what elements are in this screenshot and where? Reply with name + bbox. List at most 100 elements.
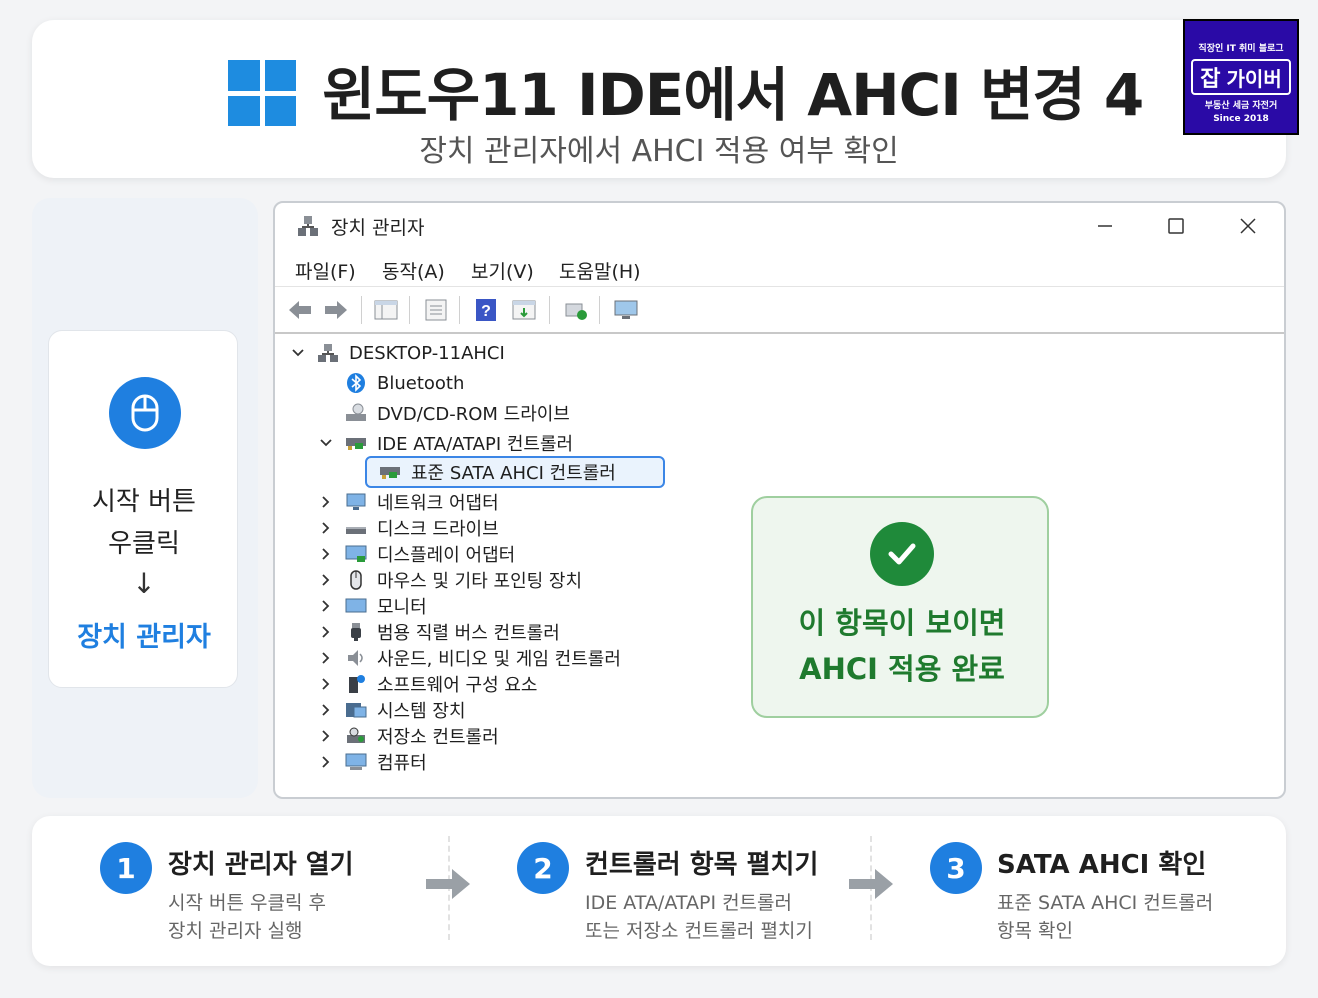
menu-action[interactable]: 동작(A) bbox=[382, 257, 445, 284]
tree-node-bluetooth[interactable]: Bluetooth bbox=[345, 370, 464, 396]
instruction-line-2: 우클릭 bbox=[108, 529, 180, 559]
chevron-right-icon[interactable] bbox=[319, 755, 333, 769]
logo-since: Since 2018 bbox=[1213, 114, 1269, 124]
page-subtitle: 장치 관리자에서 AHCI 적용 여부 확인 bbox=[419, 134, 899, 169]
step-2-desc-2: 또는 저장소 컨트롤러 펼치기 bbox=[585, 920, 813, 942]
forward-icon[interactable] bbox=[323, 298, 349, 322]
mouse-device-icon bbox=[350, 570, 362, 590]
toolbar: ? bbox=[275, 288, 1284, 334]
help-icon[interactable]: ? bbox=[473, 298, 499, 322]
tree-label-software: 소프트웨어 구성 요소 bbox=[377, 675, 538, 696]
close-button[interactable] bbox=[1233, 211, 1263, 241]
tree-label-disk: 디스크 드라이브 bbox=[377, 519, 499, 540]
disk-drive-icon bbox=[346, 527, 366, 534]
instruction-target: 장치 관리자 bbox=[77, 622, 211, 653]
tree-label-sound: 사운드, 비디오 및 게임 컨트롤러 bbox=[377, 649, 621, 670]
tree-node-root[interactable]: DESKTOP-11AHCI bbox=[317, 340, 505, 366]
tree-node-usb[interactable]: 범용 직렬 버스 컨트롤러 bbox=[345, 619, 560, 645]
back-icon[interactable] bbox=[287, 298, 313, 322]
step-1-desc-2: 장치 관리자 실행 bbox=[168, 920, 303, 942]
tree-label-sata-ahci: 표준 SATA AHCI 컨트롤러 bbox=[411, 463, 616, 484]
tree-node-system[interactable]: 시스템 장치 bbox=[345, 697, 466, 723]
header-card: 윈도우11 IDE에서 AHCI 변경 4 장치 관리자에서 AHCI 적용 여… bbox=[32, 20, 1286, 178]
chevron-down-icon[interactable] bbox=[319, 436, 333, 450]
step-3-desc-2: 항목 확인 bbox=[997, 920, 1073, 942]
tree-node-sound[interactable]: 사운드, 비디오 및 게임 컨트롤러 bbox=[345, 645, 621, 671]
bluetooth-icon bbox=[347, 373, 365, 393]
step-3-title: SATA AHCI 확인 bbox=[997, 850, 1207, 880]
tree-node-sata-ahci[interactable]: 표준 SATA AHCI 컨트롤러 bbox=[379, 459, 616, 485]
step-3-number: 3 bbox=[930, 842, 982, 894]
windows-logo-icon bbox=[228, 60, 296, 126]
ide-controller-icon bbox=[346, 438, 366, 450]
tree-node-storage[interactable]: 저장소 컨트롤러 bbox=[345, 723, 499, 749]
blog-logo: 직장인 IT 취미 블로그 잡 가이버 부동산 세금 자전거 Since 201… bbox=[1183, 19, 1299, 135]
success-callout: 이 항목이 보이면 AHCI 적용 완료 bbox=[751, 496, 1049, 718]
software-component-icon bbox=[349, 675, 365, 693]
check-icon bbox=[870, 522, 934, 586]
storage-controller-icon bbox=[347, 727, 365, 743]
tree-label-root: DESKTOP-11AHCI bbox=[349, 342, 505, 364]
show-hide-console-tree-icon[interactable] bbox=[373, 298, 399, 322]
chevron-right-icon[interactable] bbox=[319, 599, 333, 613]
menu-view[interactable]: 보기(V) bbox=[471, 257, 534, 284]
chevron-right-icon[interactable] bbox=[319, 729, 333, 743]
title-bar: 장치 관리자 bbox=[275, 203, 1284, 247]
steps-card: 1 장치 관리자 열기 시작 버튼 우클릭 후 장치 관리자 실행 2 컨트롤러… bbox=[32, 816, 1286, 966]
tree-label-storage: 저장소 컨트롤러 bbox=[377, 727, 499, 748]
tree-label-network: 네트워크 어댑터 bbox=[377, 493, 499, 514]
chevron-right-icon[interactable] bbox=[319, 625, 333, 639]
monitor-scan-icon[interactable] bbox=[613, 298, 639, 322]
tree-node-computer[interactable]: 컴퓨터 bbox=[345, 749, 427, 775]
chevron-right-icon[interactable] bbox=[319, 495, 333, 509]
chevron-right-icon[interactable] bbox=[319, 547, 333, 561]
menu-help[interactable]: 도움말(H) bbox=[559, 257, 641, 284]
update-driver-icon[interactable] bbox=[511, 298, 537, 322]
tree-node-mouse[interactable]: 마우스 및 기타 포인팅 장치 bbox=[345, 567, 582, 593]
instruction-card: 시작 버튼 우클릭 ↓ 장치 관리자 bbox=[48, 330, 238, 688]
minimize-button[interactable] bbox=[1090, 211, 1120, 241]
system-device-icon bbox=[346, 703, 367, 718]
logo-brand-char: 잡 bbox=[1200, 67, 1221, 92]
logo-brand: 잡 가이버 bbox=[1191, 59, 1291, 95]
monitor-icon bbox=[345, 598, 367, 613]
dvd-drive-icon bbox=[346, 403, 366, 421]
chevron-down-icon[interactable] bbox=[291, 346, 305, 360]
chevron-right-icon[interactable] bbox=[319, 573, 333, 587]
computer-tree-icon bbox=[318, 344, 338, 362]
tree-node-monitor[interactable]: 모니터 bbox=[345, 593, 427, 619]
callout-line-2: AHCI 적용 완료 bbox=[799, 652, 1005, 686]
tree-label-computer: 컴퓨터 bbox=[377, 753, 427, 774]
tree-node-display[interactable]: 디스플레이 어댑터 bbox=[345, 541, 515, 567]
menu-file[interactable]: 파일(F) bbox=[295, 257, 356, 284]
step-2-number: 2 bbox=[517, 842, 569, 894]
properties-icon[interactable] bbox=[423, 298, 449, 322]
menu-bar: 파일(F) 동작(A) 보기(V) 도움말(H) bbox=[275, 249, 1284, 287]
chevron-right-icon[interactable] bbox=[319, 521, 333, 535]
chevron-right-icon[interactable] bbox=[319, 703, 333, 717]
step-2-desc-1: IDE ATA/ATAPI 컨트롤러 bbox=[585, 892, 793, 914]
arrow-right-icon bbox=[426, 869, 470, 899]
step-3-desc-1: 표준 SATA AHCI 컨트롤러 bbox=[997, 892, 1214, 914]
tree-node-network[interactable]: 네트워크 어댑터 bbox=[345, 489, 499, 515]
callout-line-1: 이 항목이 보이면 bbox=[798, 606, 1006, 640]
tree-node-ide[interactable]: IDE ATA/ATAPI 컨트롤러 bbox=[345, 430, 573, 456]
instruction-line-1: 시작 버튼 bbox=[92, 487, 196, 517]
tree-node-software[interactable]: 소프트웨어 구성 요소 bbox=[345, 671, 537, 697]
page-title: 윈도우11 IDE에서 AHCI 변경 4 bbox=[322, 61, 1144, 129]
mouse-icon bbox=[109, 377, 181, 449]
chevron-right-icon[interactable] bbox=[319, 651, 333, 665]
down-arrow-icon: ↓ bbox=[132, 567, 156, 600]
scan-hardware-icon[interactable] bbox=[563, 298, 589, 322]
maximize-button[interactable] bbox=[1161, 211, 1191, 241]
chevron-right-icon[interactable] bbox=[319, 677, 333, 691]
tree-node-disk[interactable]: 디스크 드라이브 bbox=[345, 515, 499, 541]
usb-icon bbox=[351, 623, 361, 641]
tree-node-dvd[interactable]: DVD/CD-ROM 드라이브 bbox=[345, 400, 570, 426]
step-1-desc-1: 시작 버튼 우클릭 후 bbox=[168, 892, 326, 914]
logo-subtitle: 부동산 세금 자전거 bbox=[1204, 101, 1278, 111]
tree-label-dvd: DVD/CD-ROM 드라이브 bbox=[377, 404, 570, 425]
step-1-number: 1 bbox=[100, 842, 152, 894]
window-title: 장치 관리자 bbox=[331, 217, 425, 239]
sata-controller-icon bbox=[380, 467, 400, 479]
